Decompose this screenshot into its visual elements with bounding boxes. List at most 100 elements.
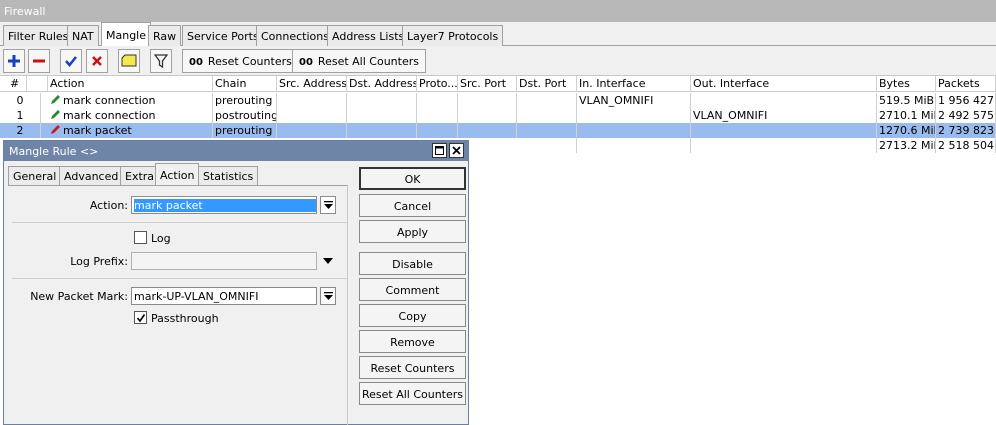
col-src-port[interactable]: Src. Port xyxy=(458,76,517,91)
col-action[interactable]: Action xyxy=(48,76,213,91)
toolbar: 00 Reset Counters 00 Reset All Counters xyxy=(0,46,996,76)
close-button[interactable] xyxy=(449,143,464,158)
row-src-address xyxy=(277,108,347,123)
row-protocol xyxy=(417,93,458,108)
tab-action[interactable]: Action xyxy=(155,163,200,185)
passthrough-label: Passthrough xyxy=(151,312,219,325)
dialog-tabs: General Advanced Extra Action Statistics xyxy=(4,163,350,185)
row-number: 1 xyxy=(0,108,41,123)
remove-button[interactable] xyxy=(28,49,50,73)
log-label: Log xyxy=(151,232,171,245)
tab-extra[interactable]: Extra xyxy=(120,166,160,185)
col-bytes[interactable]: Bytes xyxy=(877,76,936,91)
cancel-button[interactable]: Cancel xyxy=(359,194,466,217)
col-in-interface[interactable]: In. Interface xyxy=(577,76,691,91)
reset-counters-button[interactable]: 00 Reset Counters xyxy=(182,49,299,73)
row-packets: 2 518 504 xyxy=(936,138,996,153)
col-dst-port[interactable]: Dst. Port xyxy=(517,76,577,91)
disable-rule-button[interactable]: Disable xyxy=(359,252,466,275)
disable-button[interactable] xyxy=(86,49,108,73)
reset-counters-rule-button[interactable]: Reset Counters xyxy=(359,356,466,379)
col-packets[interactable]: Packets xyxy=(936,76,996,91)
cross-icon xyxy=(92,56,102,66)
row-chain: prerouting xyxy=(213,93,277,108)
row-src-port xyxy=(458,108,517,123)
new-packet-mark-dropdown-button[interactable] xyxy=(320,287,336,305)
comment-button[interactable] xyxy=(118,49,140,73)
add-button[interactable] xyxy=(3,49,25,73)
row-dst-port xyxy=(517,93,577,108)
log-checkbox[interactable] xyxy=(134,231,147,244)
row-dst-port xyxy=(517,108,577,123)
tab-address-lists[interactable]: Address Lists xyxy=(327,25,410,46)
row-src-port xyxy=(458,93,517,108)
close-icon xyxy=(452,146,461,155)
tab-filter-rules[interactable]: Filter Rules xyxy=(3,25,74,46)
action-value: mark packet xyxy=(134,199,316,212)
col-number[interactable]: # xyxy=(0,76,27,91)
row-action: mark packet xyxy=(48,123,213,138)
row-packets: 2 492 575 xyxy=(936,108,996,123)
action-select[interactable]: mark packet xyxy=(131,196,317,214)
enable-button[interactable] xyxy=(60,49,82,73)
apply-button[interactable]: Apply xyxy=(359,220,466,243)
check-icon xyxy=(65,56,77,67)
row-in-interface: VLAN_OMNIFI xyxy=(577,93,691,108)
comment-rule-button[interactable]: Comment xyxy=(359,278,466,301)
col-dst-address[interactable]: Dst. Address xyxy=(347,76,417,91)
filter-button[interactable] xyxy=(150,49,172,73)
log-prefix-input[interactable] xyxy=(131,252,317,270)
row-dst-port xyxy=(469,138,577,153)
reset-all-counters-button[interactable]: 00 Reset All Counters xyxy=(292,49,426,73)
row-number: 0 xyxy=(0,93,41,108)
table-header: # Action Chain Src. Address Dst. Address… xyxy=(0,76,996,92)
tab-service-ports[interactable]: Service Ports xyxy=(182,25,264,46)
dialog-title: Mangle Rule <> xyxy=(4,141,468,161)
row-dst-address xyxy=(347,123,417,138)
table-row[interactable]: 0 mark connection prerouting VLAN_OMNIFI… xyxy=(0,93,996,108)
row-protocol xyxy=(417,108,458,123)
col-protocol[interactable]: Proto... xyxy=(417,76,458,91)
row-out-interface xyxy=(691,123,877,138)
row-dst-address xyxy=(347,93,417,108)
separator xyxy=(12,278,348,279)
tab-layer7-protocols[interactable]: Layer7 Protocols xyxy=(402,25,504,46)
copy-button[interactable]: Copy xyxy=(359,304,466,327)
row-number: 2 xyxy=(0,123,41,138)
row-action: mark connection xyxy=(48,93,213,108)
row-in-interface xyxy=(577,138,691,153)
row-chain: postrouting xyxy=(215,108,277,123)
new-packet-mark-input[interactable]: mark-UP-VLAN_OMNIFI xyxy=(131,287,317,305)
col-src-address[interactable]: Src. Address xyxy=(277,76,347,91)
tab-advanced[interactable]: Advanced xyxy=(59,166,124,185)
col-flags[interactable] xyxy=(27,76,48,91)
log-prefix-dropdown-button[interactable] xyxy=(320,252,336,270)
tab-mangle[interactable]: Mangle xyxy=(101,22,152,47)
col-chain[interactable]: Chain xyxy=(213,76,277,91)
tab-nat[interactable]: NAT xyxy=(67,25,99,46)
firewall-tabs: Filter Rules NAT Mangle Raw Service Port… xyxy=(0,22,996,47)
counter-icon: 00 xyxy=(299,57,313,68)
col-out-interface[interactable]: Out. Interface xyxy=(691,76,877,91)
action-dropdown-button[interactable] xyxy=(320,196,336,214)
reset-all-counters-rule-button[interactable]: Reset All Counters xyxy=(359,382,466,405)
mangle-rule-dialog: Mangle Rule <> General Advanced Extra Ac… xyxy=(3,140,469,425)
row-action: mark connection xyxy=(48,108,213,123)
table-row-selected[interactable]: 2 mark packet prerouting 1270.6 MiB 2 73… xyxy=(0,123,996,138)
tab-connections[interactable]: Connections xyxy=(256,25,334,46)
table-row[interactable]: 1 mark connection postrouting VLAN_OMNIF… xyxy=(0,108,996,123)
action-panel: Action: mark packet Log Log Prefix: New … xyxy=(8,185,348,425)
minus-icon xyxy=(33,59,45,63)
row-packets: 2 739 823 xyxy=(936,123,996,138)
action-label: Action: xyxy=(89,199,128,212)
chevron-down-icon xyxy=(323,201,333,209)
maximize-button[interactable] xyxy=(432,143,447,158)
passthrough-checkbox[interactable] xyxy=(134,311,147,324)
pencil-icon xyxy=(51,125,60,134)
tab-statistics[interactable]: Statistics xyxy=(198,166,259,185)
tab-raw[interactable]: Raw xyxy=(148,25,182,46)
tab-general[interactable]: General xyxy=(8,166,62,185)
check-icon xyxy=(136,313,145,322)
ok-button[interactable]: OK xyxy=(359,167,466,190)
remove-rule-button[interactable]: Remove xyxy=(359,330,466,353)
